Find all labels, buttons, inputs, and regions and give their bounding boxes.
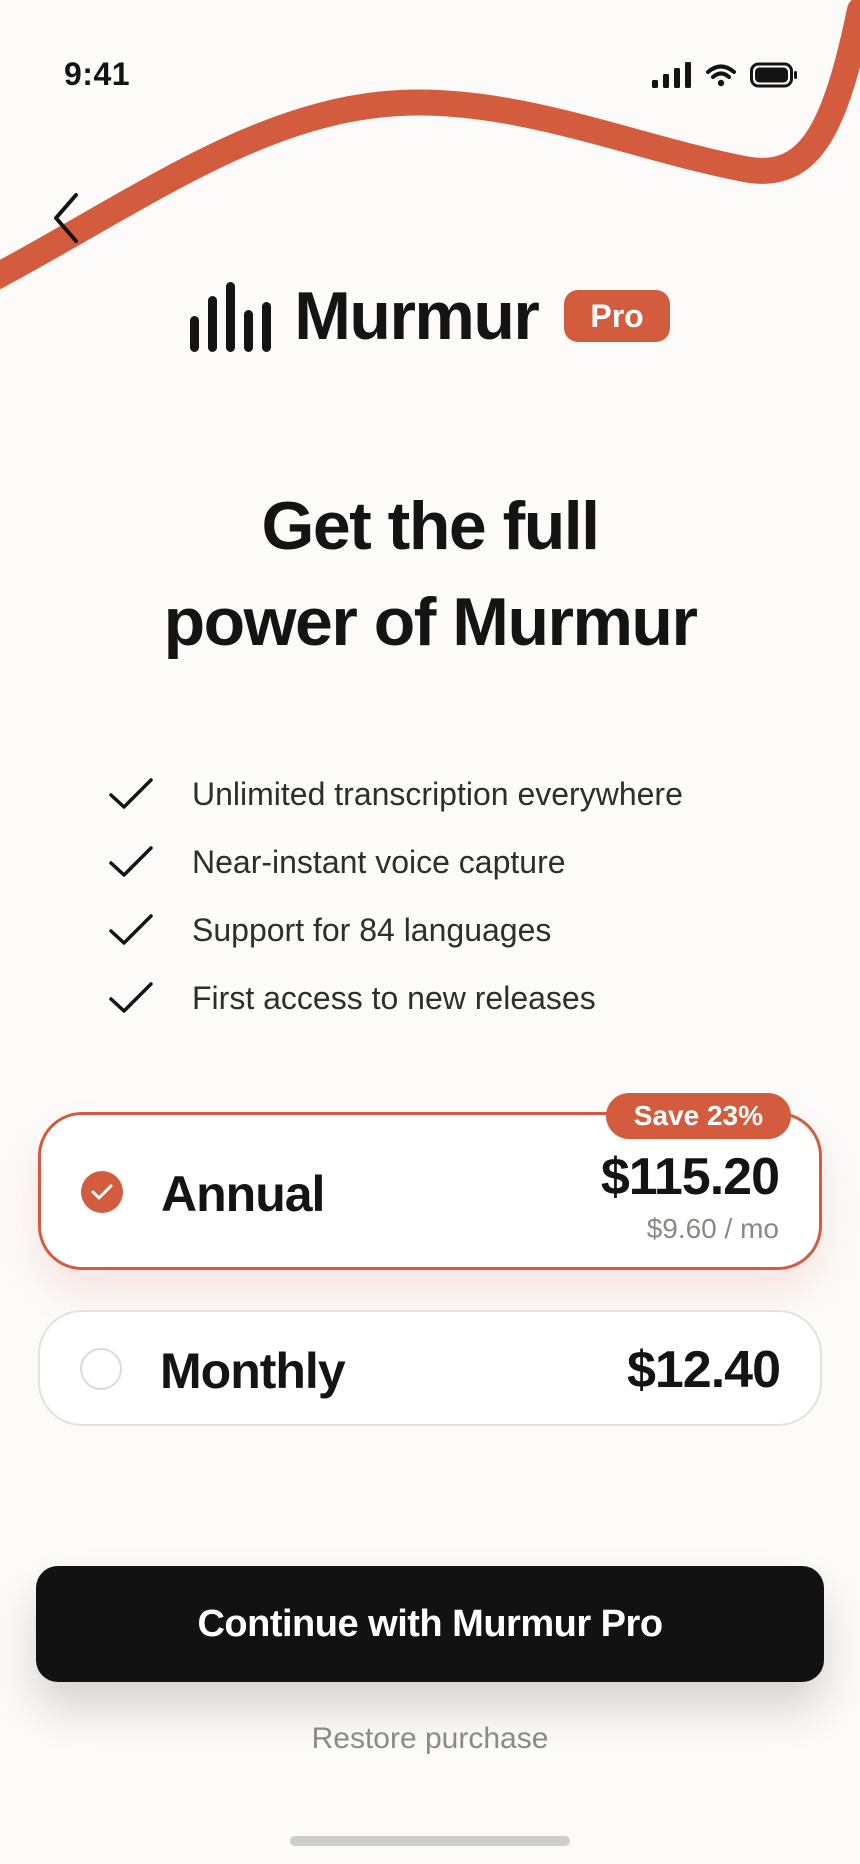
home-indicator [290, 1836, 570, 1846]
decorative-swoosh [0, 0, 860, 290]
plan-price: $12.40 [626, 1341, 781, 1399]
plan-monthly-equivalent: $9.60 / mo [646, 1213, 779, 1244]
check-icon [109, 778, 153, 809]
page-title: Get the full power of Murmur [0, 478, 860, 670]
plan-option-annual[interactable]: Save 23% Annual $115.20 $9.60 / mo [38, 1093, 822, 1270]
paywall-screen: 9:41 Murmur Pro Get the full power of Mu… [0, 0, 860, 1864]
pro-badge: Pro [564, 290, 670, 342]
check-icon [109, 914, 153, 945]
plan-price: $115.20 [600, 1148, 780, 1206]
plan-radio-selected[interactable] [81, 1171, 123, 1213]
check-icon [109, 982, 153, 1013]
plan-option-monthly[interactable]: Monthly $12.40 [38, 1310, 822, 1426]
plan-name: Annual [161, 1166, 325, 1222]
feature-text: Unlimited transcription everywhere [192, 775, 683, 812]
battery-icon [750, 62, 797, 88]
restore-purchase-link[interactable]: Restore purchase [0, 1722, 860, 1756]
plan-name: Monthly [160, 1343, 346, 1399]
plan-radio-unselected[interactable] [80, 1348, 122, 1390]
feature-text: Support for 84 languages [192, 911, 552, 948]
brand-logo: Murmur Pro [0, 276, 860, 356]
feature-item: First access to new releases [108, 964, 808, 1032]
check-icon [109, 846, 153, 877]
feature-text: First access to new releases [192, 979, 596, 1016]
title-line-2: power of Murmur [163, 584, 698, 660]
feature-item: Support for 84 languages [108, 896, 808, 964]
status-time: 9:41 [64, 56, 131, 92]
brand-name: Murmur [294, 278, 540, 354]
wifi-icon [706, 64, 736, 87]
signal-icon [652, 62, 691, 88]
feature-list: Unlimited transcription everywhere Near-… [108, 760, 808, 1032]
feature-item: Unlimited transcription everywhere [108, 760, 808, 828]
continue-button[interactable]: Continue with Murmur Pro [36, 1566, 824, 1682]
title-line-1: Get the full [261, 488, 600, 564]
save-badge: Save 23% [605, 1093, 791, 1139]
check-icon [91, 1184, 113, 1200]
status-icons [652, 62, 798, 88]
back-button[interactable] [40, 184, 92, 252]
waveform-icon [190, 282, 272, 352]
chevron-left-icon [54, 193, 78, 243]
feature-text: Near-instant voice capture [192, 843, 566, 880]
feature-item: Near-instant voice capture [108, 828, 808, 896]
